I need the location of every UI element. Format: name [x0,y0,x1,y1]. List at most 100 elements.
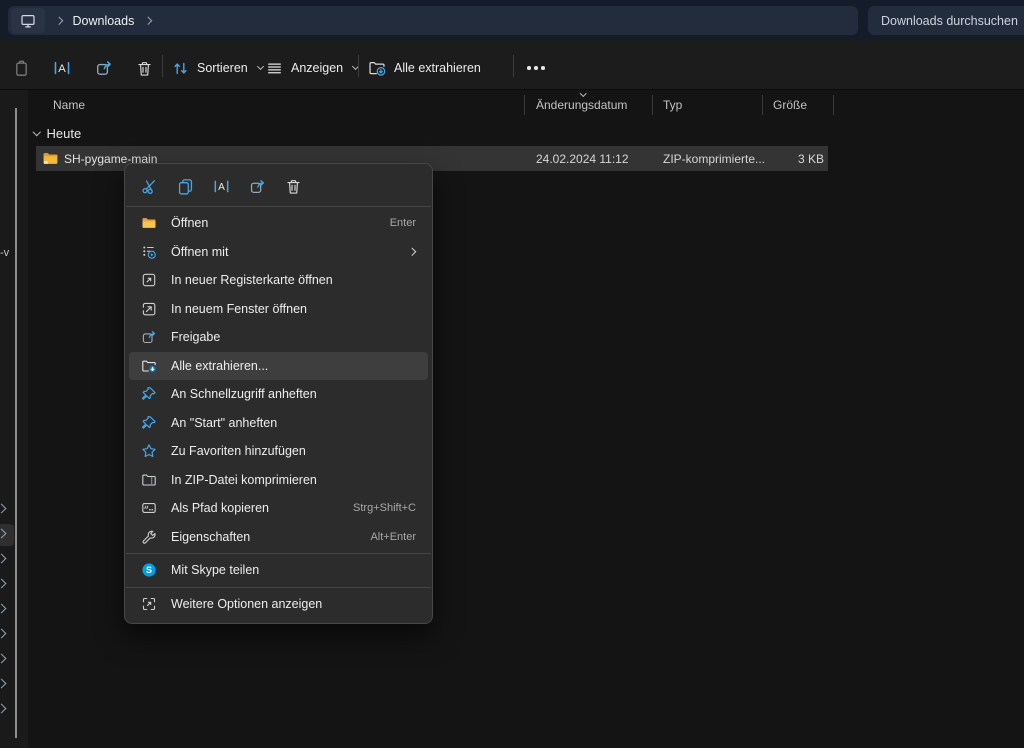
see-more-button[interactable] [520,52,552,84]
menu-item-share[interactable]: Freigabe [129,323,428,352]
menu-separator [126,587,431,588]
column-divider[interactable] [524,95,525,115]
pin-icon [141,415,157,431]
address-bar[interactable]: Downloads [8,6,858,35]
shortcut-label: Strg+Shift+C [353,502,416,514]
menu-item-label: Eigenschaften [171,530,250,544]
copy-icon [177,178,194,195]
open-with-icon [141,244,157,260]
menu-item-label: An "Start" anheften [171,416,277,430]
view-menu-button[interactable]: Anzeigen [266,43,358,93]
more-icon [527,66,545,70]
rename-button[interactable]: A [206,171,237,201]
command-toolbar: A Sortieren Anzeigen [0,40,1024,90]
view-label: Anzeigen [291,61,343,75]
tree-expand-icon[interactable] [0,554,6,564]
title-bar: Downloads Downloads durchsuchen [0,0,1024,40]
tree-expand-icon[interactable] [0,629,6,639]
breadcrumb-downloads[interactable]: Downloads [73,14,135,28]
menu-separator [126,553,431,554]
svg-text:S: S [146,565,152,575]
file-size: 3 KB [798,152,824,166]
tree-expand-icon[interactable] [0,704,6,714]
menu-separator [126,206,431,207]
menu-item-pin-start[interactable]: An "Start" anheften [129,409,428,438]
menu-item-label: Zu Favoriten hinzufügen [171,444,306,458]
toolbar-divider [162,55,163,77]
file-modified: 24.02.2024 11:12 [536,152,629,166]
new-tab-icon [141,272,157,288]
chevron-down-icon [257,63,264,70]
extract-all-button[interactable]: Alle extrahieren [368,43,481,93]
menu-item-label: An Schnellzugriff anheften [171,387,317,401]
menu-item-label: Öffnen [171,216,208,230]
file-type: ZIP-komprimierte... [663,152,765,166]
menu-item-open-new-window[interactable]: In neuem Fenster öffnen [129,295,428,324]
column-divider[interactable] [652,95,653,115]
column-header-size[interactable]: Größe [773,92,807,118]
share-button[interactable] [88,52,120,84]
rename-icon: A [53,59,71,77]
share-icon [141,329,157,345]
tree-expand-icon[interactable] [0,679,6,689]
menu-item-open-new-tab[interactable]: In neuer Registerkarte öffnen [129,266,428,295]
column-divider[interactable] [833,95,834,115]
pin-icon [141,386,157,402]
delete-button[interactable] [128,52,160,84]
cut-icon [141,178,158,195]
paste-icon [13,60,30,77]
column-header-modified[interactable]: Änderungsdatum [536,92,627,118]
shortcut-label: Alt+Enter [370,531,416,543]
rename-button[interactable]: A [46,52,78,84]
menu-item-copy-path[interactable]: Als Pfad kopieren Strg+Shift+C [129,494,428,523]
submenu-chevron-icon [407,248,415,256]
menu-item-open[interactable]: Öffnen Enter [129,209,428,238]
menu-item-label: Mit Skype teilen [171,563,259,577]
column-header-type[interactable]: Typ [663,92,682,118]
monitor-icon [20,13,36,29]
search-box[interactable]: Downloads durchsuchen [868,6,1024,35]
column-header-name[interactable]: Name [53,92,85,118]
column-divider[interactable] [762,95,763,115]
menu-item-share-skype[interactable]: S Mit Skype teilen [129,556,428,585]
menu-item-pin-quick-access[interactable]: An Schnellzugriff anheften [129,380,428,409]
menu-item-properties[interactable]: Eigenschaften Alt+Enter [129,523,428,552]
paste-button[interactable] [5,52,37,84]
chevron-down-icon [33,128,41,136]
tree-expand-icon[interactable] [0,604,6,614]
file-explorer-window: Downloads Downloads durchsuchen A [0,0,1024,748]
menu-item-compress-zip[interactable]: In ZIP-Datei komprimieren [129,466,428,495]
sort-icon [172,60,189,77]
nav-scrollbar[interactable] [15,108,17,738]
share-button[interactable] [242,171,273,201]
delete-button[interactable] [278,171,309,201]
menu-item-label: Öffnen mit [171,245,228,259]
view-icon [266,60,283,77]
chevron-right-icon[interactable] [55,17,63,25]
toolbar-divider [513,55,514,77]
menu-item-extract-all[interactable]: Alle extrahieren... [129,352,428,381]
group-label: Heute [47,126,82,141]
menu-item-label: Alle extrahieren... [171,359,268,373]
this-pc-button[interactable] [11,8,45,33]
menu-item-add-favorites[interactable]: Zu Favoriten hinzufügen [129,437,428,466]
menu-item-label: Weitere Optionen anzeigen [171,597,322,611]
tree-expand-icon[interactable] [0,579,6,589]
menu-item-label: Freigabe [171,330,220,344]
chevron-right-icon[interactable] [144,17,152,25]
rename-icon: A [213,178,230,195]
menu-item-label: In ZIP-Datei komprimieren [171,473,317,487]
menu-item-open-with[interactable]: Öffnen mit [129,238,428,267]
tree-expand-icon[interactable] [0,504,6,514]
delete-icon [285,178,302,195]
copy-button[interactable] [170,171,201,201]
extract-icon [368,59,386,77]
menu-item-show-more-options[interactable]: Weitere Optionen anzeigen [129,590,428,619]
group-header-today[interactable]: Heute [34,124,81,142]
sort-menu-button[interactable]: Sortieren [172,43,263,93]
zip-compress-icon [141,472,157,488]
nav-item-fragment: -v [0,247,9,259]
tree-expand-icon[interactable] [0,654,6,664]
skype-icon: S [141,562,157,578]
cut-button[interactable] [134,171,165,201]
